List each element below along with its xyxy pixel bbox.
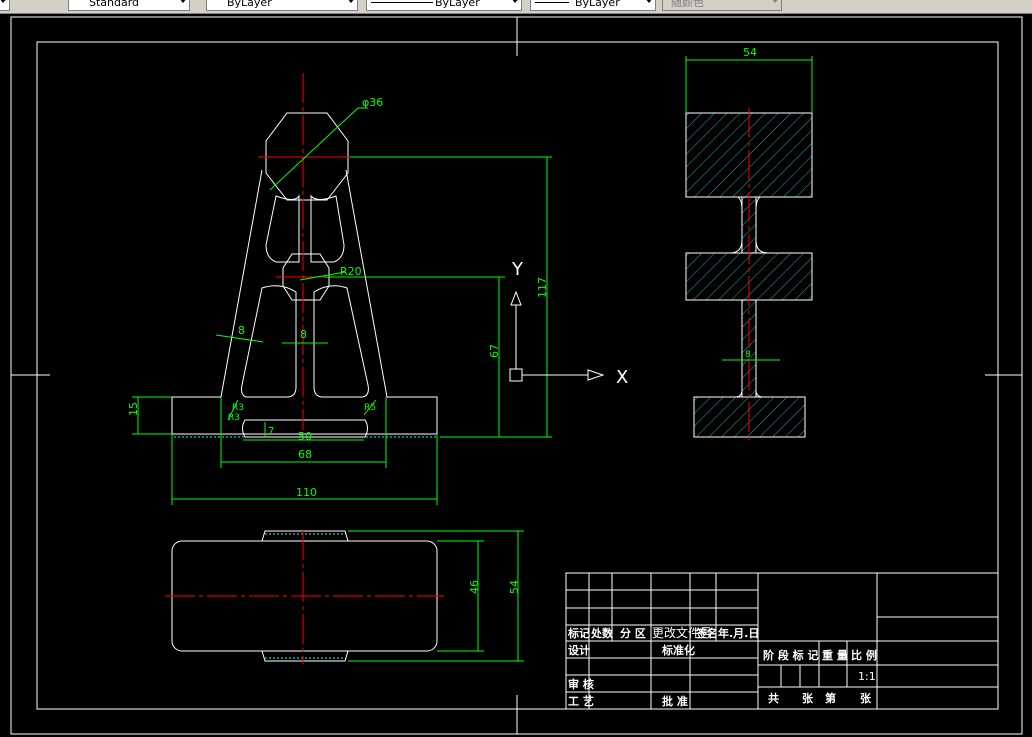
tb-sheets-unit: 张 (802, 691, 814, 705)
tb-design: 设计 (568, 643, 590, 657)
tb-sheets-total: 共 (768, 691, 779, 705)
dim-7: 7 (268, 426, 274, 437)
linetype-sample (371, 2, 433, 3)
tb-scale-value: 1:1 (858, 670, 876, 683)
drawing-canvas[interactable]: φ36 R20 R3 R3 R5 15 8 8 7 50 68 110 67 1… (0, 14, 1032, 737)
tb-sign: 签名 (695, 626, 718, 640)
tb-scale: 比 例 (851, 648, 877, 662)
tb-mark: 标记 (567, 626, 590, 640)
dim-117: 117 (536, 277, 549, 298)
front-dim-text: φ36 R20 R3 R3 R5 15 8 8 7 50 68 110 67 1… (127, 96, 549, 499)
dim-68: 68 (298, 448, 312, 461)
chevron-down-icon (771, 0, 779, 3)
dim-r5: R5 (364, 403, 376, 413)
lineweight-sample (535, 2, 569, 3)
sheet-frame (10, 16, 1023, 735)
tb-count: 处数 (590, 626, 614, 640)
dim-15: 15 (127, 402, 140, 416)
linetype-combo[interactable]: ByLayer (366, 0, 522, 11)
tb-sheet-no: 第 (825, 691, 836, 705)
tb-weight: 重 量 (822, 648, 848, 662)
upper-left-window (265, 194, 300, 263)
color-control-value: ByLayer (227, 0, 272, 9)
ucs-icon (509, 290, 605, 382)
lineweight-combo[interactable]: ByLayer (530, 0, 656, 11)
tb-process: 工 艺 (568, 694, 594, 708)
tb-zone: 分 区 (620, 626, 646, 640)
text-style-value: Standard (89, 0, 140, 9)
prev-combo[interactable] (0, 0, 10, 11)
tb-date: 年.月.日 (718, 626, 759, 640)
dim-46: 46 (468, 580, 481, 594)
lower-left-window (241, 285, 297, 398)
dim-r3: R3 (228, 413, 240, 423)
tb-standard: 标准化 (661, 643, 695, 657)
front-view (171, 73, 438, 438)
title-block-text: 标记 处数 分 区 更改文件号 签名 年.月.日 设计 标准化 阶 段 标 记 … (567, 625, 877, 708)
linetype-value: ByLayer (435, 0, 480, 9)
chevron-down-icon (179, 0, 187, 3)
lower-right-window (313, 285, 369, 398)
dim-8b: 8 (300, 328, 307, 341)
dim-110: 110 (296, 486, 317, 499)
dim-8a: 8 (238, 324, 245, 337)
chevron-down-icon (645, 0, 653, 3)
dim-67: 67 (488, 344, 501, 358)
tb-stage-mark: 阶 段 标 记 (763, 648, 819, 662)
ucs-x-label: X (616, 367, 628, 388)
dim-54-top: 54 (743, 46, 757, 59)
side-view (685, 56, 813, 440)
dim-54-side: 54 (508, 580, 521, 594)
top-view (165, 530, 524, 664)
upper-right-window (310, 194, 345, 263)
lineweight-value: ByLayer (575, 0, 620, 9)
dim-8-side: 8 (745, 350, 751, 360)
plot-style-combo: 随颜色 (662, 0, 782, 11)
front-dimensions (132, 107, 552, 505)
dim-50: 50 (298, 430, 312, 443)
chevron-down-icon (511, 0, 519, 3)
dim-r3b: R3 (232, 403, 244, 413)
dim-phi36: φ36 (362, 96, 383, 109)
ucs-y-label: Y (511, 259, 524, 280)
plot-style-value: 随颜色 (671, 0, 704, 9)
properties-toolbar: Standard ByLayer ByLayer ByLayer 随颜色 (0, 0, 1032, 14)
chevron-down-icon (347, 0, 355, 3)
tb-review: 审 核 (568, 677, 594, 691)
title-block (565, 572, 999, 710)
chevron-down-icon (0, 0, 7, 3)
tb-sheet-unit: 张 (860, 691, 872, 705)
dim-r20: R20 (340, 265, 362, 278)
color-control-combo[interactable]: ByLayer (206, 0, 358, 11)
tb-approve: 批 准 (662, 694, 688, 708)
body-outline (171, 169, 438, 435)
text-style-combo[interactable]: Standard (68, 0, 190, 11)
